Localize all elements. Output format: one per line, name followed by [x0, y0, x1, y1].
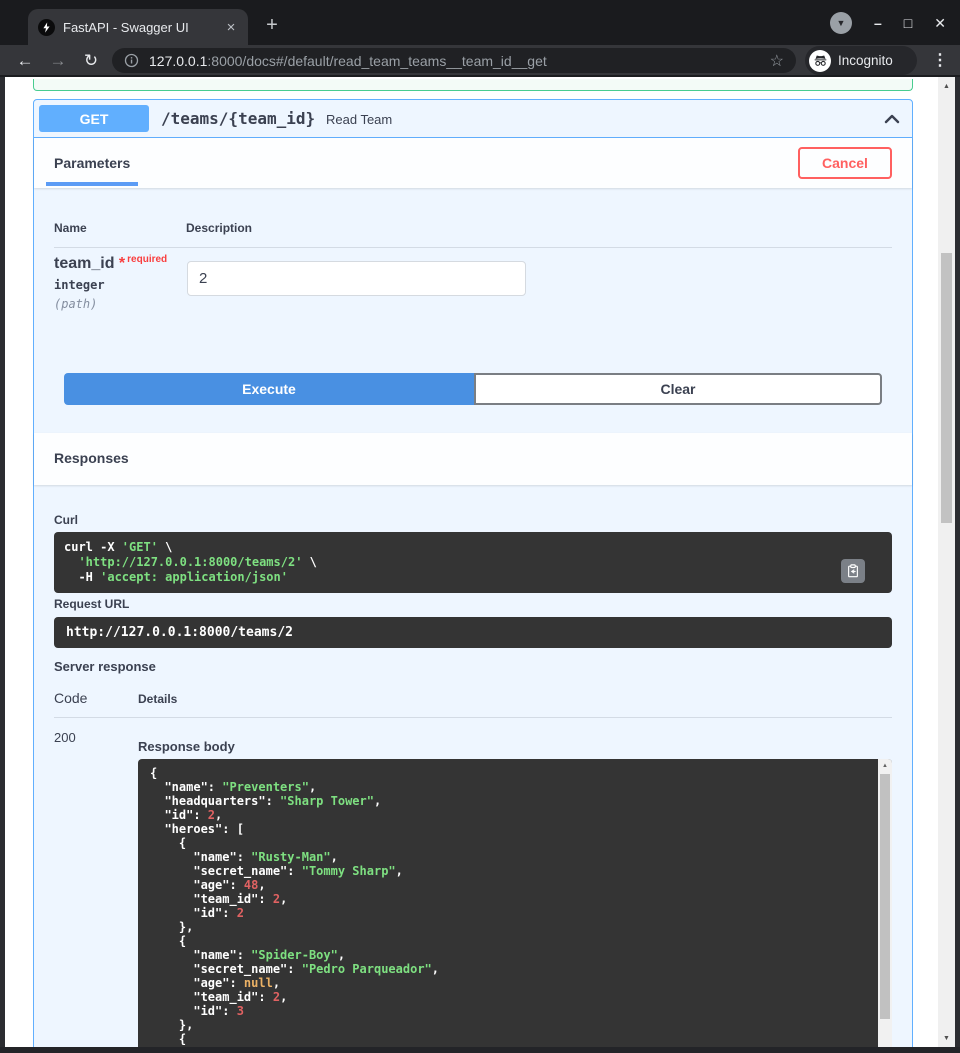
endpoint-summary: Read Team — [326, 112, 392, 127]
url-text: 127.0.0.1:8000/docs#/default/read_team_t… — [149, 53, 762, 69]
http-method-badge: GET — [39, 105, 149, 132]
close-button[interactable]: ✕ — [934, 16, 946, 30]
parameter-name-text: team_id — [54, 255, 114, 272]
responses-section-header: Responses — [34, 433, 912, 485]
reload-button[interactable]: ↻ — [78, 48, 104, 74]
required-star: * — [119, 255, 125, 272]
details-column-header: Details — [138, 692, 177, 706]
new-tab-button[interactable]: + — [260, 15, 284, 35]
name-column-header: Name — [54, 221, 87, 235]
minimize-button[interactable]: – — [874, 16, 882, 30]
parameter-type: integer — [54, 278, 105, 292]
curl-command-block: curl -X 'GET' \ 'http://127.0.0.1:8000/t… — [54, 532, 892, 593]
response-body-block: { "name": "Preventers", "headquarters": … — [138, 759, 892, 1053]
table-header-divider — [54, 247, 892, 248]
response-body-label: Response body — [138, 739, 235, 754]
forward-button[interactable]: → — [45, 48, 71, 74]
page-scrollbar-thumb[interactable] — [941, 253, 952, 523]
opblock-summary[interactable]: GET /teams/{team_id} Read Team — [34, 100, 912, 138]
response-body-code: { "name": "Preventers", "headquarters": … — [138, 759, 892, 1053]
scrollbar-up-icon[interactable]: ▲ — [938, 79, 955, 93]
url-host: 127.0.0.1 — [149, 53, 207, 69]
parameter-name: team_id *required — [54, 254, 167, 273]
execute-button[interactable]: Execute — [64, 373, 474, 405]
previous-opblock-bottom-edge — [33, 79, 913, 91]
window-controls: ▼ – □ ✕ — [830, 0, 946, 45]
code-column-header: Code — [54, 690, 87, 706]
browser-menu-icon[interactable]: ⋮ — [932, 50, 948, 70]
window-frame-bottom — [0, 1047, 960, 1053]
site-info-icon[interactable] — [124, 53, 139, 68]
get-opblock: GET /teams/{team_id} Read Team Parameter… — [33, 99, 913, 1053]
response-status-code: 200 — [54, 730, 76, 745]
endpoint-path: /teams/{team_id} — [161, 109, 315, 128]
team-id-input[interactable] — [187, 261, 526, 296]
curl-label: Curl — [54, 513, 78, 527]
request-url-value: http://127.0.0.1:8000/teams/2 — [54, 617, 892, 648]
response-body-scrollbar[interactable]: ▲ — [878, 759, 892, 1053]
cancel-button[interactable]: Cancel — [798, 147, 892, 179]
parameter-location: (path) — [54, 297, 97, 311]
fastapi-favicon-icon — [38, 19, 55, 36]
incognito-badge: Incognito — [805, 46, 917, 75]
response-table-divider — [54, 717, 892, 718]
back-button[interactable]: ← — [12, 48, 38, 74]
browser-window: FastAPI - Swagger UI × + ▼ – □ ✕ ← → ↻ 1… — [0, 0, 960, 1053]
tab-title: FastAPI - Swagger UI — [63, 20, 222, 35]
titlebar-chevron-button[interactable]: ▼ — [830, 12, 852, 34]
bookmark-star-icon[interactable]: ☆ — [770, 51, 784, 71]
page-scrollbar[interactable]: ▲ ▼ — [938, 77, 955, 1047]
parameters-section-header: Parameters Cancel — [34, 138, 912, 188]
tab-close-icon[interactable]: × — [222, 19, 240, 36]
window-frame-right — [955, 77, 960, 1053]
browser-toolbar: ← → ↻ 127.0.0.1:8000/docs#/default/read_… — [0, 45, 960, 77]
responses-title: Responses — [54, 450, 129, 466]
curl-command-code: curl -X 'GET' \ 'http://127.0.0.1:8000/t… — [64, 540, 882, 585]
scrollbar-down-icon[interactable]: ▼ — [938, 1031, 955, 1045]
request-url-block: http://127.0.0.1:8000/teams/2 — [54, 617, 892, 648]
collapse-chevron-icon[interactable] — [884, 111, 900, 127]
url-path: :8000/docs#/default/read_team_teams__tea… — [207, 53, 546, 69]
parameters-tab: Parameters — [54, 155, 130, 171]
incognito-icon — [809, 50, 831, 72]
browser-titlebar: FastAPI - Swagger UI × + ▼ – □ ✕ — [0, 0, 960, 45]
response-scrollbar-thumb[interactable] — [880, 774, 890, 1019]
description-column-header: Description — [186, 221, 252, 235]
scroll-up-icon[interactable]: ▲ — [878, 761, 892, 771]
maximize-button[interactable]: □ — [904, 16, 912, 30]
server-response-label: Server response — [54, 659, 156, 674]
incognito-label: Incognito — [838, 53, 893, 68]
required-label: required — [127, 254, 167, 265]
swagger-page: GET /teams/{team_id} Read Team Parameter… — [5, 77, 938, 1053]
clear-button[interactable]: Clear — [474, 373, 882, 405]
request-url-label: Request URL — [54, 597, 129, 611]
browser-tab[interactable]: FastAPI - Swagger UI × — [28, 9, 248, 45]
address-bar[interactable]: 127.0.0.1:8000/docs#/default/read_team_t… — [112, 48, 796, 73]
window-frame-left — [0, 77, 5, 1053]
parameters-tab-underline — [46, 182, 138, 186]
copy-to-clipboard-button[interactable] — [841, 559, 865, 583]
